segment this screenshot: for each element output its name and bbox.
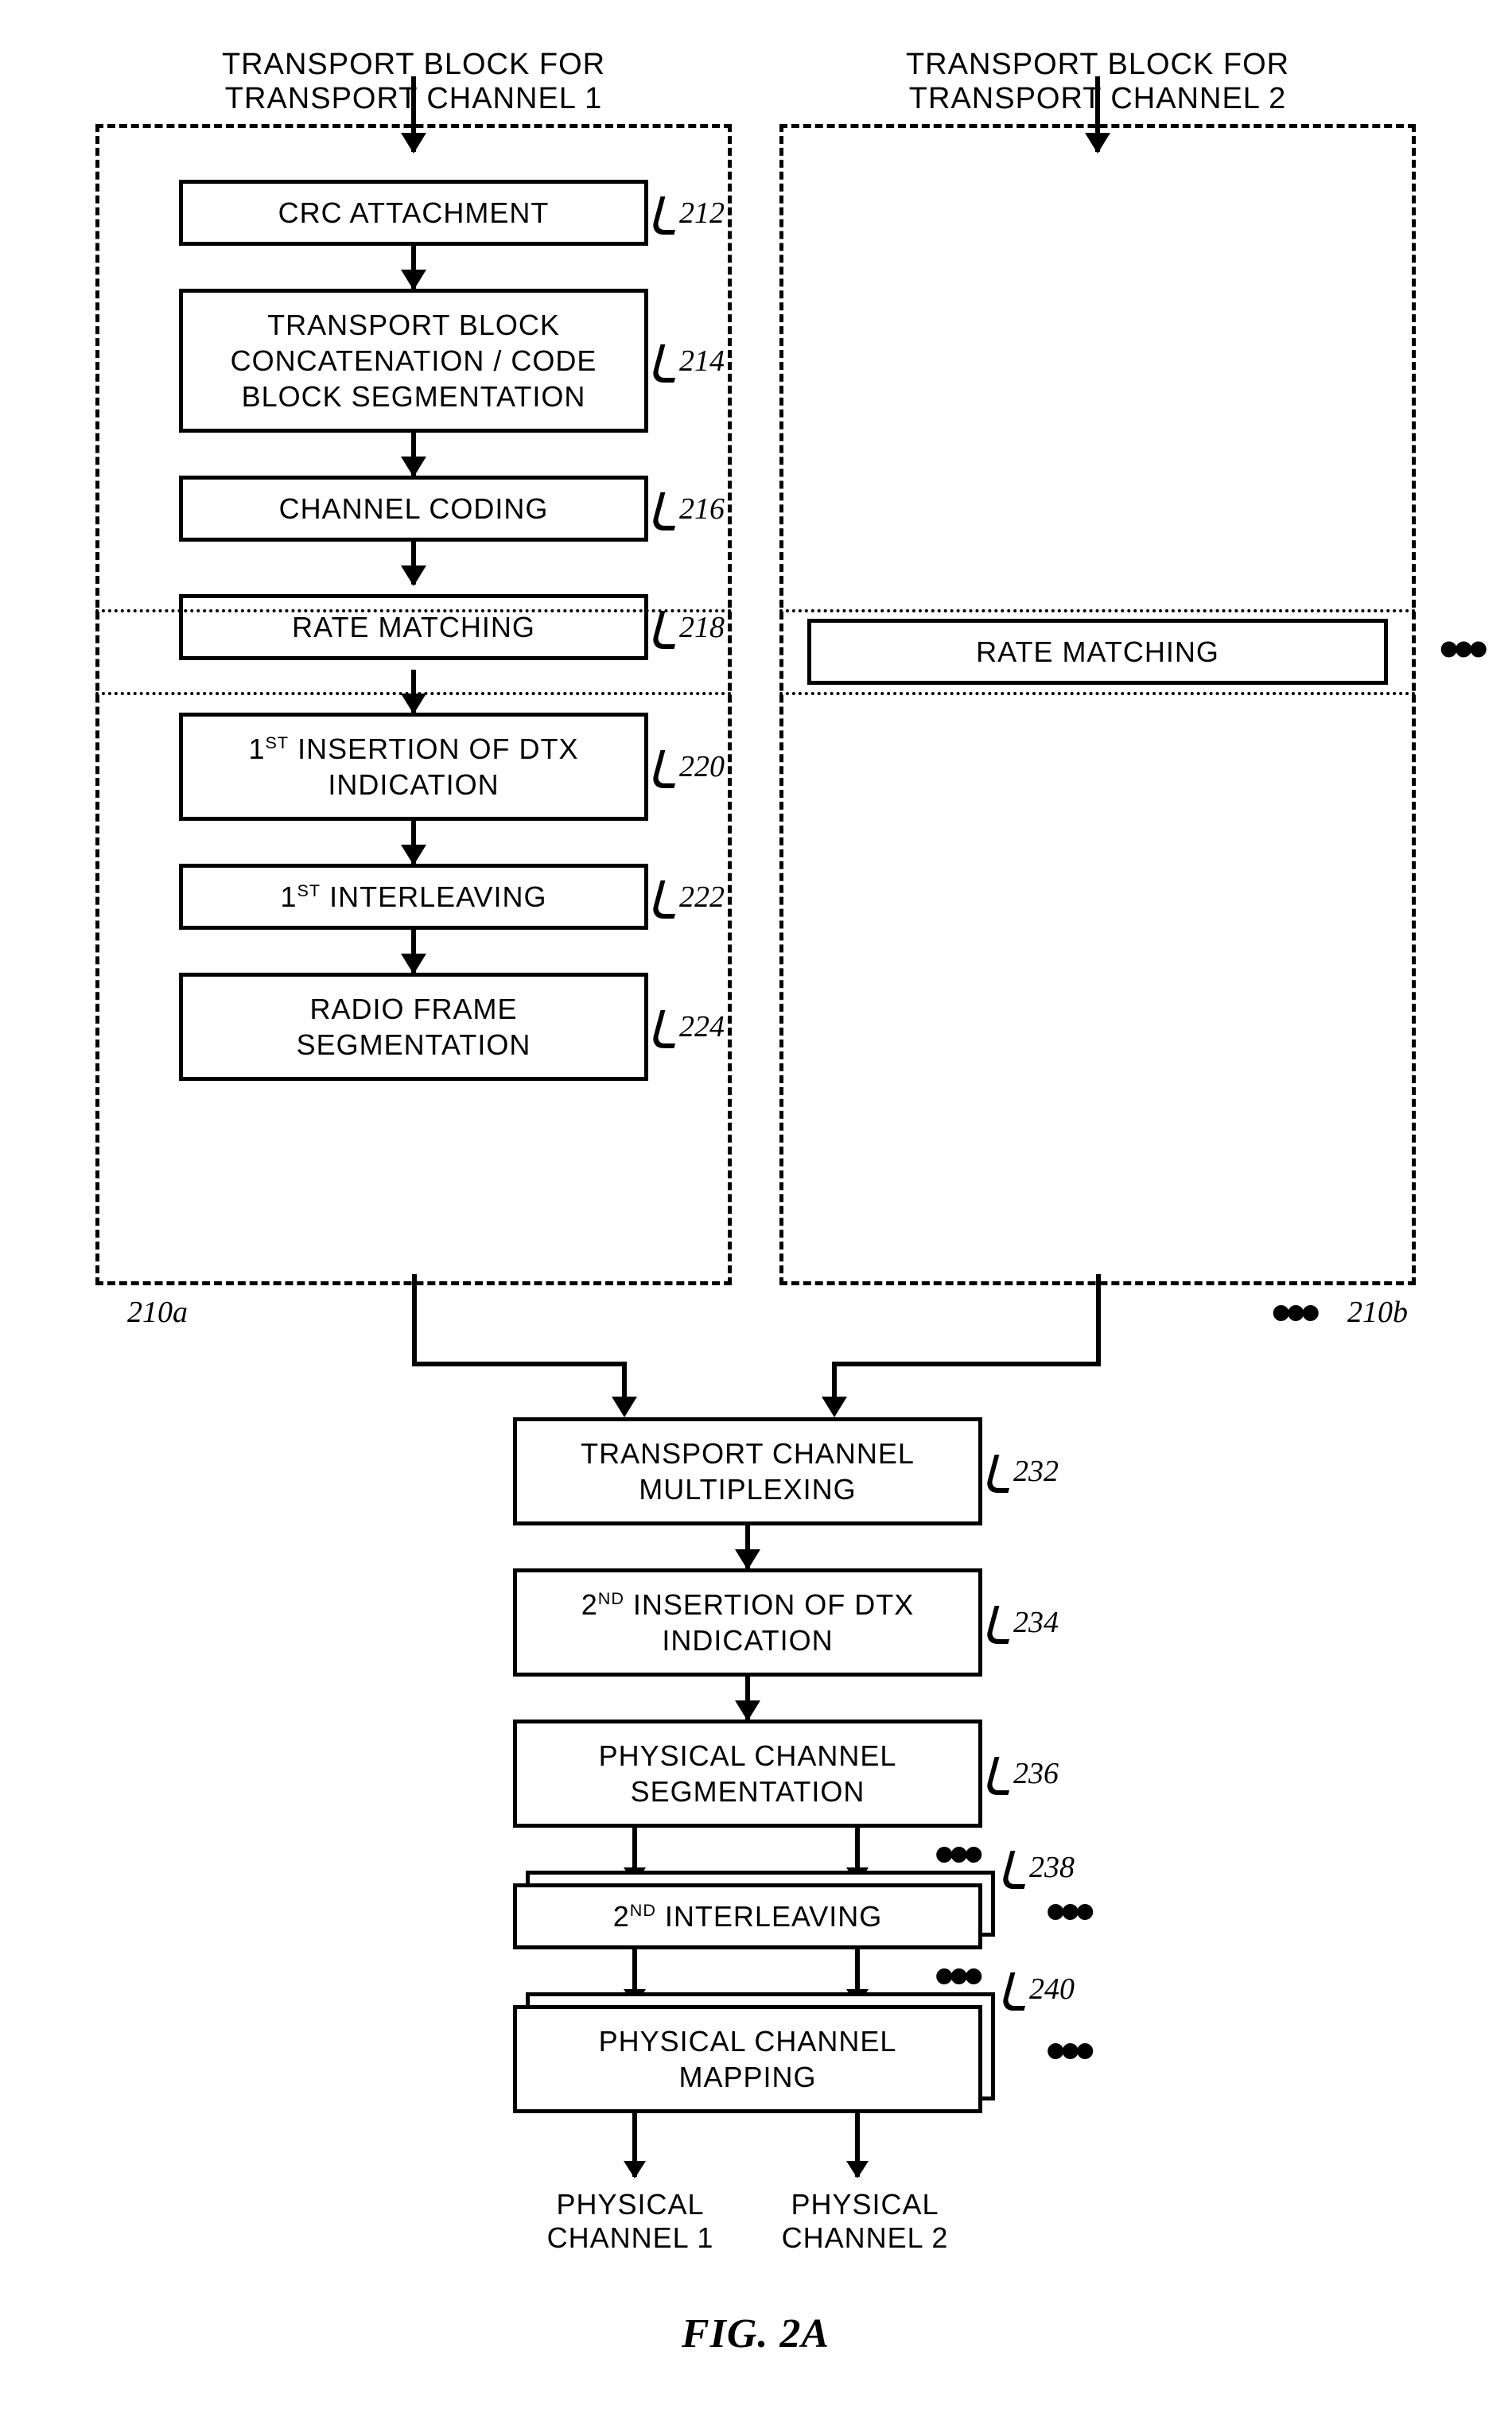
channel-2-dashed: RATE MATCHING ••• [779,124,1416,1285]
ellipsis-rate: ••• [1439,635,1483,663]
wrap-240: PHYSICAL CHANNEL MAPPING 240 ••• [513,2005,982,2113]
block-coding: CHANNEL CODING [179,476,648,542]
ref-212: 212 [652,196,725,231]
header-row: TRANSPORT BLOCK FOR TRANSPORT CHANNEL 1 … [95,48,1416,116]
ref-210a: 210a [127,1295,188,1330]
wrap-224: RADIO FRAME SEGMENTATION 224 [123,973,704,1081]
output-row: PHYSICAL CHANNEL 1 PHYSICAL CHANNEL 2 [513,2188,982,2255]
wrap-236: PHYSICAL CHANNEL SEGMENTATION 236 [493,1720,1002,1828]
ref-240: 240 [1002,1972,1075,2007]
rate-band-1 [95,609,732,695]
output-1: PHYSICAL CHANNEL 1 [513,2188,748,2255]
figure-label: FIG. 2A [95,2310,1416,2357]
ref-214: 214 [652,344,725,379]
block-radioseg: RADIO FRAME SEGMENTATION [179,973,648,1081]
block-crc: CRC ATTACHMENT [179,180,648,246]
merge-area [95,1330,1416,1417]
wrap-232: TRANSPORT CHANNEL MULTIPLEXING 232 [493,1417,1002,1525]
arrow-214-216 [123,433,704,476]
diagram-root: TRANSPORT BLOCK FOR TRANSPORT CHANNEL 1 … [95,48,1416,2357]
channels-row: CRC ATTACHMENT 212 TRANSPORT BLOCK CONCA… [95,124,1416,1285]
ellipsis-channels: ••• [1271,1299,1316,1327]
ref-236: 236 [986,1756,1059,1791]
arrow-in-ch2 [1095,76,1100,152]
block-interleave2: 2ND INTERLEAVING [513,1883,982,1949]
arrow-220-222 [123,821,704,864]
block-concat: TRANSPORT BLOCK CONCATENATION / CODE BLO… [179,289,648,433]
wrap-238: 2ND INTERLEAVING 238 ••• [513,1883,982,1949]
rate-band-2 [779,609,1416,695]
arrow-212-214 [123,246,704,289]
block-phymap: PHYSICAL CHANNEL MAPPING [513,2005,982,2113]
arrow-216-218 [123,542,704,585]
channel-2-container: RATE MATCHING ••• [779,124,1416,1285]
arrow-234-236 [493,1677,1002,1720]
ref-234: 234 [986,1605,1059,1640]
ref-232: 232 [986,1454,1059,1489]
ref-210b: 210b [1347,1295,1408,1330]
block-interleave1: 1ST INTERLEAVING [179,864,648,930]
wrap-212: CRC ATTACHMENT 212 [123,180,704,246]
wrap-234: 2ND INSERTION OF DTX INDICATION 234 [493,1568,1002,1677]
ellipsis-240a: ••• [935,1962,979,1990]
ref-220: 220 [652,749,725,784]
block-mux: TRANSPORT CHANNEL MULTIPLEXING [513,1417,982,1525]
wrap-214: TRANSPORT BLOCK CONCATENATION / CODE BLO… [123,289,704,433]
ref-216: 216 [652,492,725,527]
wrap-220: 1ST INSERTION OF DTX INDICATION 220 [123,713,704,821]
arrow-222-224 [123,930,704,973]
wrap-216: CHANNEL CODING 216 [123,476,704,542]
channel-1-dashed: CRC ATTACHMENT 212 TRANSPORT BLOCK CONCA… [95,124,732,1285]
multi-arrow-out [513,2113,982,2177]
block-physeg: PHYSICAL CHANNEL SEGMENTATION [513,1720,982,1828]
ellipsis-238a: ••• [935,1840,979,1868]
bottom-col: TRANSPORT CHANNEL MULTIPLEXING 232 2ND I… [493,1417,1002,2255]
channel-1-container: CRC ATTACHMENT 212 TRANSPORT BLOCK CONCA… [95,124,732,1285]
arrow-in-ch1 [411,76,416,152]
output-2: PHYSICAL CHANNEL 2 [748,2188,982,2255]
below-dash-row: 210a ••• 210b [95,1295,1416,1330]
ref-222: 222 [652,880,725,915]
block-dtx2: 2ND INSERTION OF DTX INDICATION [513,1568,982,1677]
ref-224: 224 [652,1009,725,1044]
wrap-222: 1ST INTERLEAVING 222 [123,864,704,930]
ellipsis-240b: ••• [1046,2037,1090,2065]
block-dtx1: 1ST INSERTION OF DTX INDICATION [179,713,648,821]
ellipsis-238b: ••• [1046,1898,1090,1926]
bottom-section: TRANSPORT CHANNEL MULTIPLEXING 232 2ND I… [95,1330,1416,2255]
arrow-232-234 [493,1525,1002,1568]
